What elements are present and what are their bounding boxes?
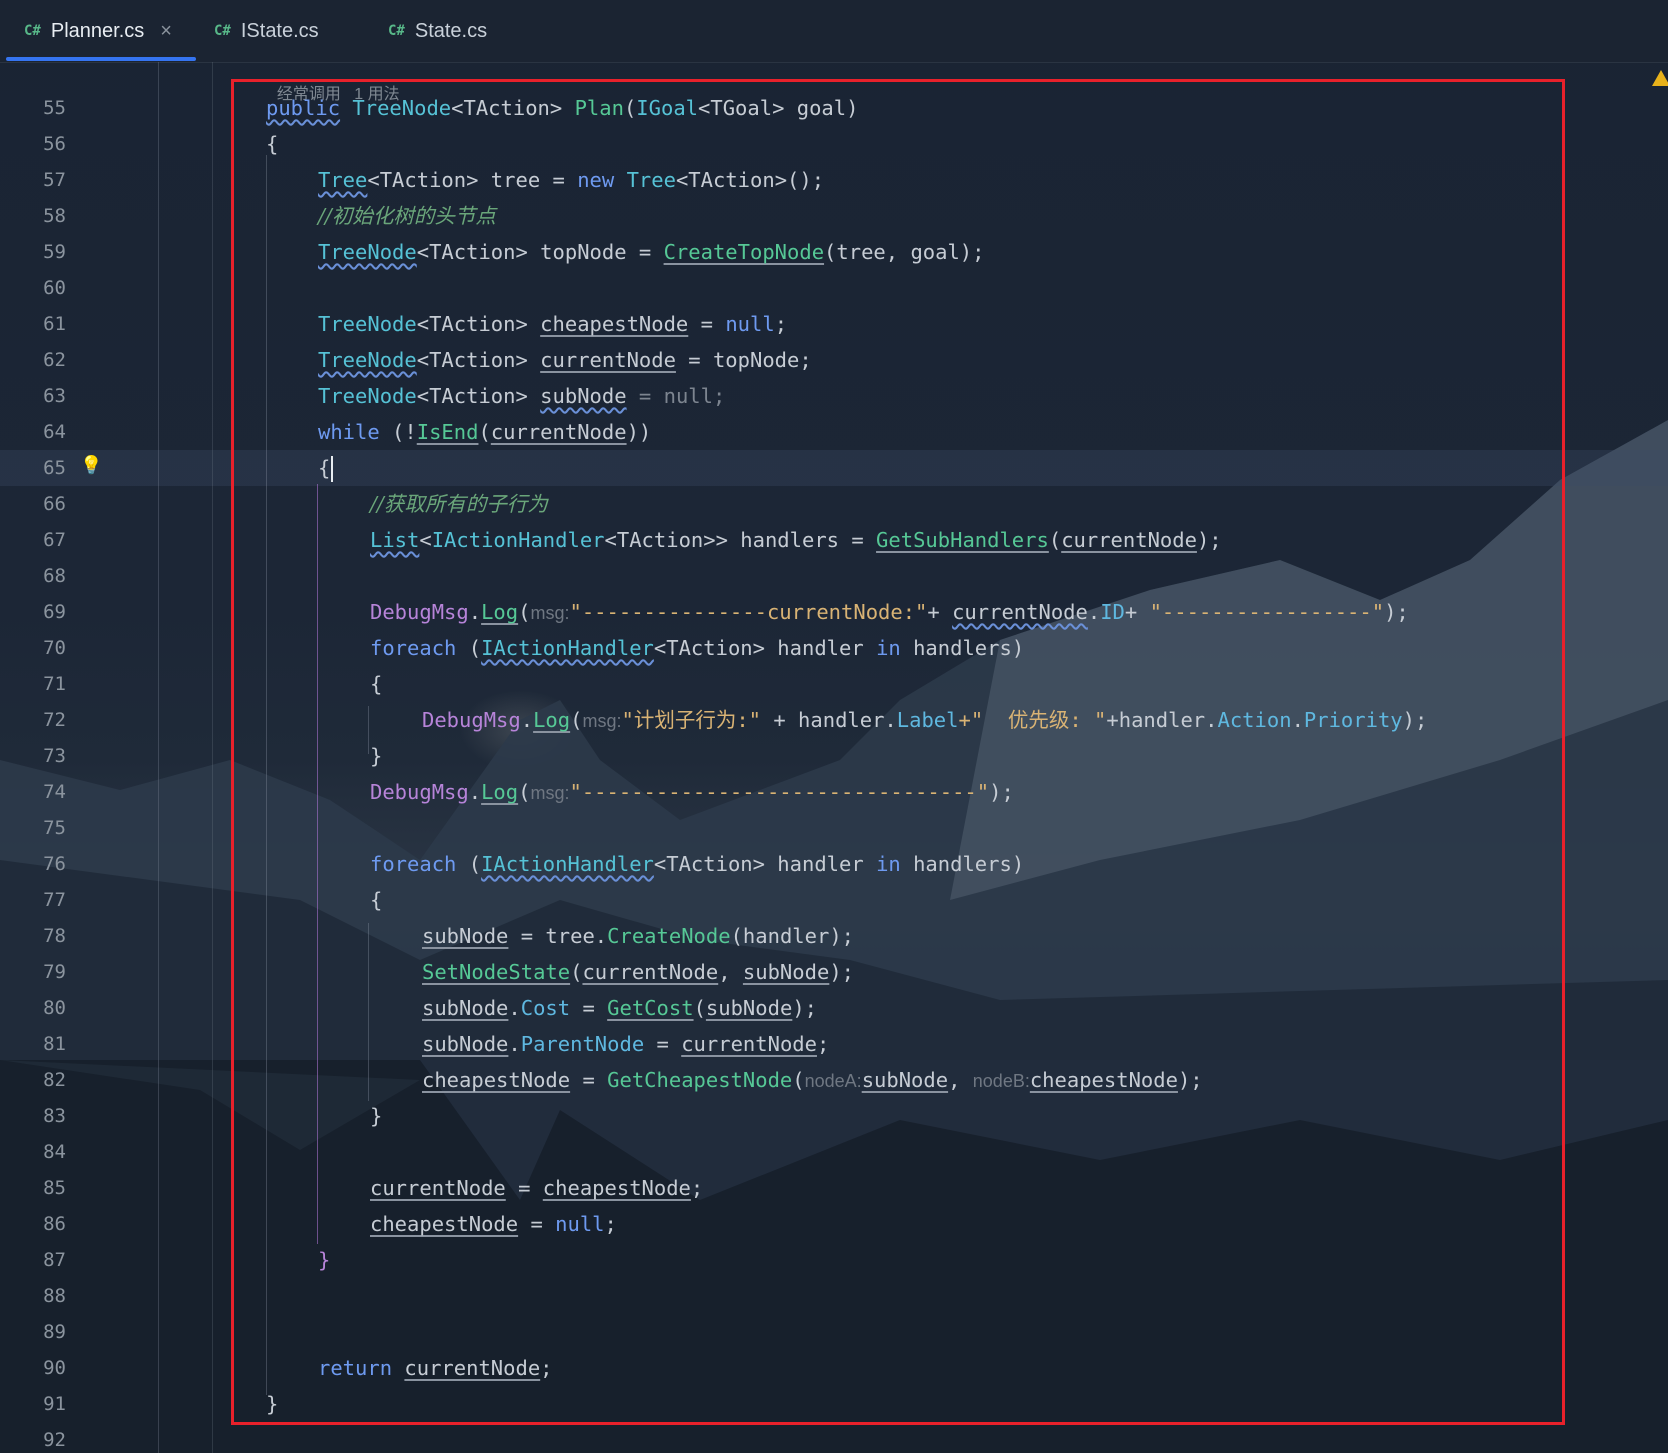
line-number[interactable]: 90 xyxy=(0,1350,66,1386)
fold-gutter-separator xyxy=(212,62,213,1453)
line-number[interactable]: 71 xyxy=(0,666,66,702)
tab-istate-cs[interactable]: C# IState.cs xyxy=(214,0,319,62)
line-number[interactable]: 92 xyxy=(0,1422,66,1453)
ide-window: { "tabs": [ {"lang": "C#", "label": "Pla… xyxy=(0,0,1668,1453)
line-number[interactable]: 87 xyxy=(0,1242,66,1278)
line-number[interactable]: 80 xyxy=(0,990,66,1026)
line-number[interactable]: 84 xyxy=(0,1134,66,1170)
line-number[interactable]: 68 xyxy=(0,558,66,594)
lightbulb-icon[interactable]: 💡 xyxy=(80,455,102,476)
line-number[interactable]: 74 xyxy=(0,774,66,810)
line-number[interactable]: 88 xyxy=(0,1278,66,1314)
line-number[interactable]: 76 xyxy=(0,846,66,882)
line-number[interactable]: 77 xyxy=(0,882,66,918)
line-number[interactable]: 81 xyxy=(0,1026,66,1062)
line-number[interactable]: 75 xyxy=(0,810,66,846)
line-number[interactable]: 69 xyxy=(0,594,66,630)
warning-icon[interactable] xyxy=(1652,70,1668,86)
line-number[interactable]: 72 xyxy=(0,702,66,738)
tab-state-cs[interactable]: C# State.cs xyxy=(388,0,487,62)
line-number[interactable]: 58 xyxy=(0,198,66,234)
line-number[interactable]: 66 xyxy=(0,486,66,522)
csharp-file-icon: C# xyxy=(24,23,41,39)
gutter-separator xyxy=(158,62,159,1453)
editor-tab-bar: C# Planner.cs × C# IState.cs C# State.cs xyxy=(0,0,1668,63)
line-number[interactable]: 73 xyxy=(0,738,66,774)
line-number[interactable]: 60 xyxy=(0,270,66,306)
line-number[interactable]: 61 xyxy=(0,306,66,342)
line-number[interactable]: 56 xyxy=(0,126,66,162)
tab-label: IState.cs xyxy=(240,19,319,42)
active-tab-indicator xyxy=(6,57,196,61)
tab-planner-cs[interactable]: C# Planner.cs × xyxy=(24,0,172,62)
line-number[interactable]: 89 xyxy=(0,1314,66,1350)
line-number[interactable]: 57 xyxy=(0,162,66,198)
close-icon[interactable]: × xyxy=(160,20,172,43)
line-number[interactable]: 86 xyxy=(0,1206,66,1242)
line-number[interactable]: 85 xyxy=(0,1170,66,1206)
line-number[interactable]: 91 xyxy=(0,1386,66,1422)
line-number[interactable]: 70 xyxy=(0,630,66,666)
line-number[interactable]: 64 xyxy=(0,414,66,450)
line-number[interactable]: 67 xyxy=(0,522,66,558)
csharp-file-icon: C# xyxy=(388,23,405,39)
line-number[interactable]: 55 xyxy=(0,90,66,126)
line-number[interactable]: 83 xyxy=(0,1098,66,1134)
line-number[interactable]: 82 xyxy=(0,1062,66,1098)
annotation-highlight-box xyxy=(231,79,1565,1425)
line-number[interactable]: 63 xyxy=(0,378,66,414)
line-number[interactable]: 78 xyxy=(0,918,66,954)
line-number[interactable]: 65 xyxy=(0,450,66,486)
line-number[interactable]: 62 xyxy=(0,342,66,378)
line-number[interactable]: 79 xyxy=(0,954,66,990)
line-number[interactable]: 59 xyxy=(0,234,66,270)
csharp-file-icon: C# xyxy=(214,23,231,39)
tab-label: State.cs xyxy=(414,19,488,42)
tab-label: Planner.cs xyxy=(50,19,145,42)
